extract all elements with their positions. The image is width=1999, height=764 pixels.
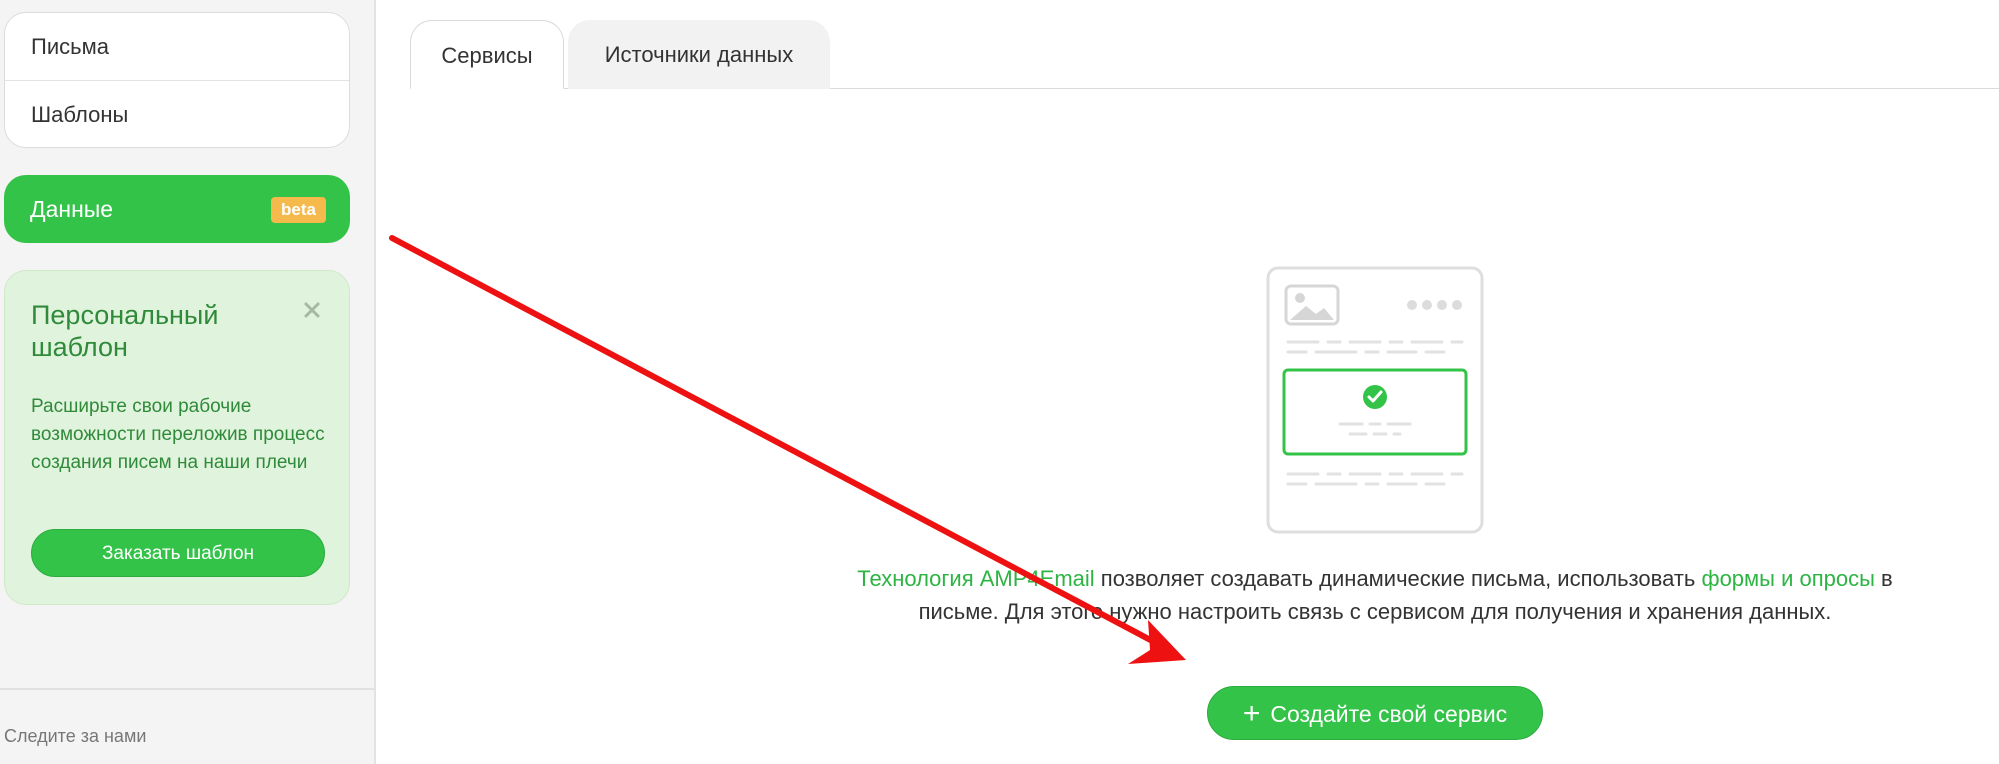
amp4email-link[interactable]: Технология AMP4Email <box>857 566 1094 591</box>
personal-template-promo: Персональный шаблон Расширьте свои рабоч… <box>4 270 350 605</box>
sidebar-item-data[interactable]: Данные beta <box>4 175 350 243</box>
forms-surveys-link[interactable]: формы и опросы <box>1701 566 1874 591</box>
order-template-button[interactable]: Заказать шаблон <box>31 529 325 577</box>
promo-text: Расширьте свои рабочие возможности перел… <box>31 396 325 473</box>
sidebar-item-letters[interactable]: Письма <box>5 13 349 80</box>
description-text-1: позволяет создавать динамические письма,… <box>1094 566 1702 591</box>
tab-services[interactable]: Сервисы <box>410 20 564 89</box>
follow-us-link[interactable]: Следите за нами <box>4 726 146 747</box>
tab-data-sources[interactable]: Источники данных <box>568 20 830 89</box>
sidebar-item-templates[interactable]: Шаблоны <box>5 80 349 147</box>
sidebar-nav-group: Письма Шаблоны <box>4 12 350 148</box>
beta-badge: beta <box>271 197 326 223</box>
sidebar-item-data-label: Данные <box>30 196 114 222</box>
create-service-label: Создайте свой сервис <box>1270 701 1508 727</box>
plus-icon: + <box>1242 697 1261 730</box>
create-service-button[interactable]: + Создайте свой сервис <box>1207 686 1543 740</box>
app-root: Письма Шаблоны Данные beta Персональный … <box>0 0 1999 764</box>
close-icon[interactable] <box>301 299 323 321</box>
amp4email-description: Технология AMP4Email позволяет создавать… <box>830 562 1920 628</box>
sidebar: Письма Шаблоны Данные beta Персональный … <box>0 0 376 764</box>
sidebar-divider <box>0 688 374 690</box>
email-template-illustration <box>1266 266 1484 534</box>
promo-title: Персональный шаблон <box>31 300 219 362</box>
